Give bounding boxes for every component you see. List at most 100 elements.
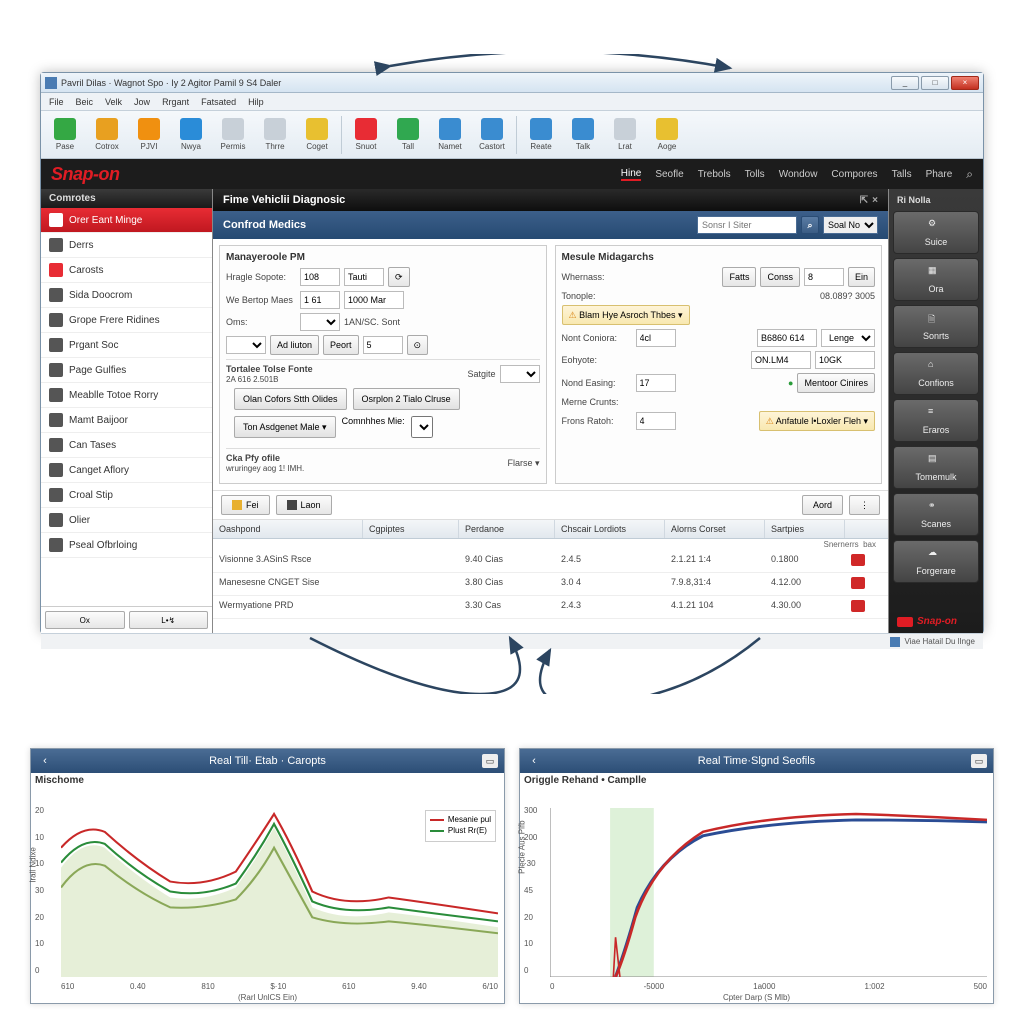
sidebar-foot-btn-2[interactable]: L•↯ [129,611,209,629]
tool-aoge[interactable]: Aoge [649,118,685,151]
col-header[interactable]: Alorns Corset [665,520,765,538]
inp-r-3a[interactable] [636,329,676,347]
rpanel-ora[interactable]: ▦Ora [893,258,979,301]
table-row[interactable]: Wermyatione PRD3.30 Cas2.4.34.1.21 1044.… [213,596,888,619]
nav-hine[interactable]: Hine [621,168,642,181]
tool-thrre[interactable]: Thrre [257,118,293,151]
nav-talls[interactable]: Talls [892,169,912,180]
table-row[interactable]: Manesesne CNGET Sise3.80 Cias3.0 47.9.8,… [213,573,888,596]
menu-velk[interactable]: Velk [105,97,122,107]
menu-fatsated[interactable]: Fatsated [201,97,236,107]
btn-r-5[interactable]: Mentoor Cinires [797,373,875,393]
search-go-button[interactable]: ⌕ [801,216,819,234]
panel-dock-icon[interactable]: ⇱ [860,195,868,206]
tool-talk[interactable]: Talk [565,118,601,151]
inp-l-3[interactable] [363,336,403,354]
inp-r-0[interactable] [804,268,844,286]
inp-r-5[interactable] [636,374,676,392]
tool-tall[interactable]: Tall [390,118,426,151]
tool-namet[interactable]: Namet [432,118,468,151]
inp-l-1a[interactable] [300,291,340,309]
tool-pase[interactable]: Pase [47,118,83,151]
maximize-button[interactable]: □ [921,76,949,90]
sidebar-item-13[interactable]: Pseal Ofbrloing [41,533,212,558]
sidebar-item-12[interactable]: Olier [41,508,212,533]
tool-snuot[interactable]: Snuot [348,118,384,151]
inp-r-3b[interactable] [757,329,817,347]
search-input[interactable] [697,216,797,234]
btn-l-b1[interactable]: Osrplon 2 Tialo Clruse [353,388,460,410]
menu-file[interactable]: File [49,97,64,107]
tool-cotrox[interactable]: Cotrox [89,118,125,151]
close-button[interactable]: × [951,76,979,90]
bar-btn-4[interactable]: ⋮ [849,495,880,515]
tool-castort[interactable]: Castort [474,118,510,151]
bar-btn-1[interactable]: Fei [221,495,270,515]
btn-l-3a[interactable]: Ad liuton [270,335,319,355]
btn-l-3c[interactable]: ⊙ [407,335,429,355]
rpanel-forgerare[interactable]: ☁Forgerare [893,540,979,583]
rpanel-eraros[interactable]: ≡Eraros [893,399,979,442]
sel-l-2[interactable] [300,313,340,331]
sidebar-item-6[interactable]: Page Gulfies [41,358,212,383]
chart2-minimize-button[interactable]: ▭ [971,754,987,768]
chart1-back-button[interactable]: ‹ [37,755,53,767]
sidebar-item-11[interactable]: Croal Stip [41,483,212,508]
inp-r-7[interactable] [636,412,676,430]
nav-tolls[interactable]: Tolls [745,169,765,180]
rpanel-sonrts[interactable]: 🗎Sonrts [893,305,979,348]
rpanel-suice[interactable]: ⚙Suice [893,211,979,254]
inp-l-0a[interactable] [300,268,340,286]
sidebar-item-10[interactable]: Canget Aflory [41,458,212,483]
col-header[interactable]: Cgpiptes [363,520,459,538]
sidebar-item-9[interactable]: Can Tases [41,433,212,458]
minimize-button[interactable]: _ [891,76,919,90]
chart2-back-button[interactable]: ‹ [526,755,542,767]
nav-search-icon[interactable]: ⌕ [966,167,973,182]
rpanel-scanes[interactable]: ⚭Scanes [893,493,979,536]
btn-r-0a[interactable]: Fatts [722,267,756,287]
col-header[interactable]: Perdanoe [459,520,555,538]
chart1-minimize-button[interactable]: ▭ [482,754,498,768]
inp-r-4b[interactable] [815,351,875,369]
col-header[interactable]: Chscair Lordiots [555,520,665,538]
inp-l-1b[interactable] [344,291,404,309]
rpanel-confions[interactable]: ⌂Confions [893,352,979,395]
sidebar-item-1[interactable]: Derrs [41,233,212,258]
tool-coget[interactable]: Coget [299,118,335,151]
sidebar-item-0[interactable]: Orer Eant Minge [41,208,212,233]
sidebar-item-3[interactable]: Sida Doocrom [41,283,212,308]
btn-l-3b[interactable]: Peort [323,335,359,355]
sel-l-sub1[interactable] [500,365,540,383]
tool-permis[interactable]: Permis [215,118,251,151]
sidebar-item-4[interactable]: Grope Frere Ridines [41,308,212,333]
nav-wondow[interactable]: Wondow [779,169,818,180]
tool-pjvi[interactable]: PJVI [131,118,167,151]
table-row[interactable]: Visionne 3.ASinS Rsce9.40 Cias2.4.52.1.2… [213,550,888,573]
warn-button[interactable]: ⚠ Blam Hye Asroch Thbes ▾ [562,305,690,325]
nav-trebols[interactable]: Trebols [698,169,731,180]
col-header[interactable]: Oashpond [213,520,363,538]
nav-compores[interactable]: Compores [831,169,877,180]
menu-beic[interactable]: Beic [76,97,94,107]
sidebar-foot-btn-1[interactable]: Ox [45,611,125,629]
tool-reate[interactable]: Reate [523,118,559,151]
tool-nwya[interactable]: Nwya [173,118,209,151]
btn-r-0b[interactable]: Conss [760,267,800,287]
btn-l-go[interactable]: ⟳ [388,267,410,287]
btn-l-b2[interactable]: Ton Asdgenet Male ▾ [234,416,336,438]
sidebar-item-7[interactable]: Meablle Totoe Rorry [41,383,212,408]
bar-btn-3[interactable]: Aord [802,495,843,515]
search-select[interactable]: Soal No [823,216,878,234]
nav-phare[interactable]: Phare [926,169,953,180]
menu-rrgant[interactable]: Rrgant [162,97,189,107]
col-header[interactable]: Sartpies [765,520,845,538]
btn-r-0c[interactable]: Ein [848,267,875,287]
panel-close-icon[interactable]: × [872,195,878,206]
tool-lrat[interactable]: Lrat [607,118,643,151]
sel-r-3[interactable]: Lenge [821,329,875,347]
inp-l-0b[interactable] [344,268,384,286]
menu-jow[interactable]: Jow [134,97,150,107]
sidebar-item-8[interactable]: Mamt Baijoor [41,408,212,433]
sidebar-item-5[interactable]: Prgant Soc [41,333,212,358]
